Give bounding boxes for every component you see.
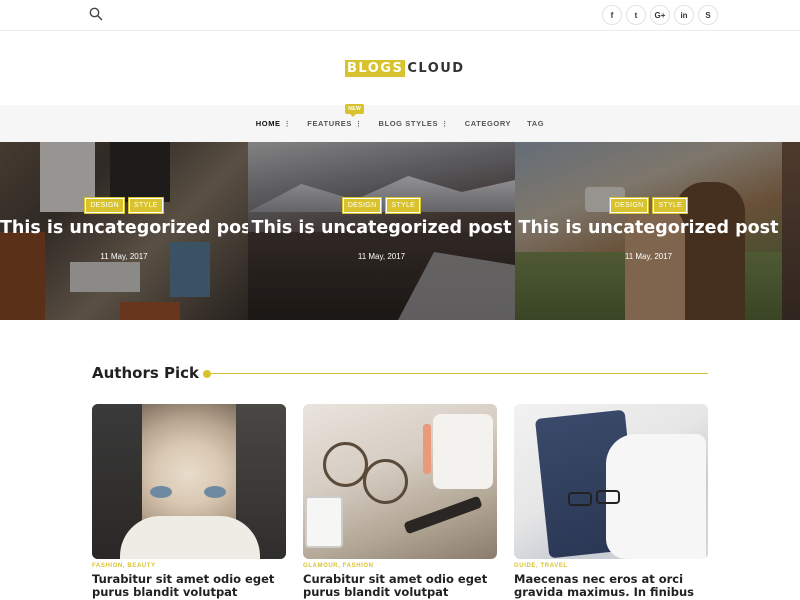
featured-slider: DESIGN STYLE This is uncategorized post … (0, 142, 800, 320)
nav-item-home[interactable]: HOME ⋮ (256, 119, 292, 128)
post-card[interactable]: GUIDE, TRAVEL Maecenas nec eros at orci … (514, 404, 708, 600)
slide-tags: DESIGN STYLE (515, 197, 782, 214)
nav-label: CATEGORY (464, 119, 512, 128)
nav-label: HOME (255, 119, 281, 128)
nav-label: BLOG STYLES (378, 119, 439, 128)
slide-title[interactable]: This is uncategorized post (248, 218, 515, 238)
skype-icon[interactable]: S (698, 5, 718, 25)
nav-label: TAG (527, 119, 545, 128)
tag-design[interactable]: DESIGN (84, 197, 125, 214)
twitter-icon[interactable]: t (626, 5, 646, 25)
slide-overlay (782, 142, 800, 320)
top-bar: f t G+ in S (0, 0, 800, 31)
new-badge: NEW (345, 104, 365, 117)
tag-style[interactable]: STYLE (385, 197, 422, 214)
site-logo[interactable]: BLOGS CLOUD (345, 59, 465, 77)
tag-design[interactable]: DESIGN (608, 197, 650, 214)
section-title-line (211, 373, 708, 374)
main-nav: HOME ⋮ NEW FEATURES ⋮ BLOG STYLES ⋮ CATE… (0, 104, 800, 142)
social-links: f t G+ in S (602, 5, 718, 25)
post-title[interactable]: Curabitur sit amet odio eget purus bland… (303, 573, 497, 599)
nav-item-category[interactable]: CATEGORY (465, 119, 511, 128)
post-thumbnail[interactable] (92, 404, 286, 559)
post-categories[interactable]: GUIDE, TRAVEL (514, 563, 708, 569)
nav-item-tag[interactable]: TAG (527, 119, 544, 128)
tag-style[interactable]: STYLE (652, 197, 689, 214)
post-card[interactable]: GLAMOUR, FASHION Curabitur sit amet odio… (303, 404, 497, 600)
tag-design[interactable]: DESIGN (341, 197, 383, 214)
post-title[interactable]: Maecenas nec eros at orci gravida maximu… (514, 573, 708, 600)
slide-date: 11 May, 2017 (624, 252, 673, 261)
nav-label: FEATURES (307, 119, 352, 128)
logo-part-blogs: BLOGS (345, 59, 406, 77)
search-icon[interactable] (89, 7, 105, 23)
slide[interactable]: DESIGN STYLE This is uncategorized post … (0, 142, 248, 320)
google-plus-icon[interactable]: G+ (650, 5, 670, 25)
tag-style[interactable]: STYLE (127, 197, 164, 214)
slide[interactable]: DESIGN STYLE This is uncategorized post … (248, 142, 515, 320)
authors-pick-list: FASHION, BEAUTY Turabitur sit amet odio … (92, 404, 708, 600)
slide[interactable]: DESIGN STYLE This is uncategorized post … (515, 142, 782, 320)
section-title-dot (203, 370, 211, 378)
slide-title[interactable]: This is uncategorized post (515, 218, 782, 238)
facebook-icon[interactable]: f (602, 5, 622, 25)
section-title: Authors Pick (92, 364, 199, 382)
post-categories[interactable]: GLAMOUR, FASHION (303, 563, 497, 569)
submenu-dots-icon: ⋮ (354, 120, 363, 128)
slide-date: 11 May, 2017 (357, 252, 406, 261)
submenu-dots-icon: ⋮ (283, 120, 292, 128)
slide-tags: DESIGN STYLE (0, 197, 248, 214)
post-thumbnail[interactable] (514, 404, 708, 559)
slide-title[interactable]: This is uncategorized post (0, 218, 248, 238)
slide-partial[interactable] (782, 142, 800, 320)
slide-date: 11 May, 2017 (100, 252, 148, 261)
post-card[interactable]: FASHION, BEAUTY Turabitur sit amet odio … (92, 404, 286, 600)
logo-part-cloud: CLOUD (407, 60, 465, 76)
post-title[interactable]: Turabitur sit amet odio eget purus bland… (92, 573, 286, 599)
nav-item-blog-styles[interactable]: BLOG STYLES ⋮ (379, 119, 449, 128)
post-categories[interactable]: FASHION, BEAUTY (92, 563, 286, 569)
post-thumbnail[interactable] (303, 404, 497, 559)
slide-tags: DESIGN STYLE (248, 197, 515, 214)
submenu-dots-icon: ⋮ (441, 120, 449, 128)
nav-item-features[interactable]: NEW FEATURES ⋮ (307, 104, 365, 128)
linkedin-icon[interactable]: in (674, 5, 694, 25)
